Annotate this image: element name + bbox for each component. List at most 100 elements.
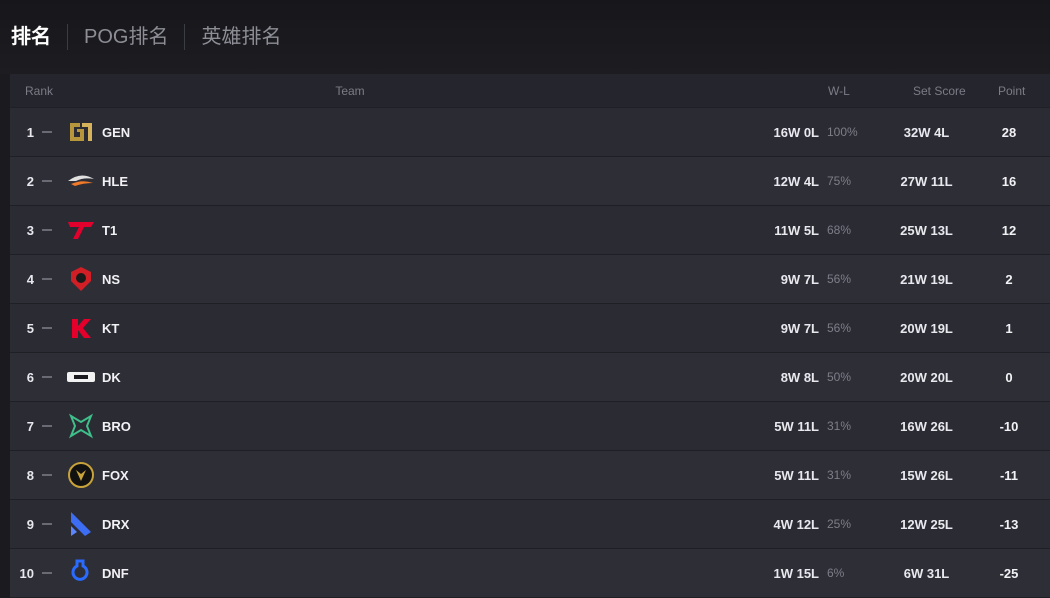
- set-score: 12W 25L: [900, 516, 953, 532]
- rank-change-dash-icon: [42, 180, 52, 182]
- rank-change-dash-icon: [42, 572, 52, 574]
- rank-value: 9: [26, 516, 34, 532]
- t1-logo-icon: [66, 215, 96, 245]
- points: 1: [1005, 320, 1013, 336]
- table-row-bro[interactable]: 7 BRO 5W 11L 31% 16W 26L -10: [10, 402, 1050, 451]
- rank-value: 7: [26, 418, 34, 434]
- win-loss: 4W 12L: [773, 516, 819, 532]
- set-score: 16W 26L: [900, 418, 953, 434]
- table-header: Rank Team W-L Set Score Point: [10, 74, 1050, 108]
- rank-value: 3: [26, 222, 34, 238]
- dnf-logo-icon: [66, 558, 96, 588]
- team-name[interactable]: BRO: [102, 419, 747, 434]
- win-rate: 56%: [827, 271, 852, 286]
- rank-value: 2: [26, 173, 34, 189]
- drx-logo-icon: [66, 509, 96, 539]
- table-row-t1[interactable]: 3 T1 11W 5L 68% 25W 13L 12: [10, 206, 1050, 255]
- win-loss: 5W 11L: [774, 418, 819, 434]
- points: 0: [1005, 369, 1013, 385]
- team-name[interactable]: NS: [102, 272, 747, 287]
- team-name[interactable]: DRX: [102, 517, 747, 532]
- team-name[interactable]: HLE: [102, 174, 747, 189]
- win-loss: 16W 0L: [773, 124, 819, 140]
- tab-bar: 排名 POG排名 英雄排名: [0, 0, 1050, 74]
- team-name[interactable]: GEN: [102, 125, 747, 140]
- rank-change-dash-icon: [42, 376, 52, 378]
- win-loss: 11W 5L: [774, 222, 819, 238]
- header-set-score: Set Score: [913, 83, 966, 98]
- table-row-hle[interactable]: 2 HLE 12W 4L 75% 27W 11L 16: [10, 157, 1050, 206]
- table-row-fox[interactable]: 8 FOX 5W 11L 31% 15W 26L -11: [10, 451, 1050, 500]
- points: 28: [1001, 124, 1017, 140]
- team-name[interactable]: FOX: [102, 468, 747, 483]
- rank-value: 10: [19, 565, 34, 581]
- table-row-ns[interactable]: 4 NS 9W 7L 56% 21W 19L 2: [10, 255, 1050, 304]
- tab-champion-rankings[interactable]: 英雄排名: [185, 24, 297, 50]
- rank-change-dash-icon: [42, 131, 52, 133]
- points: 12: [1001, 222, 1017, 238]
- win-loss: 8W 8L: [780, 369, 819, 385]
- rank-change-dash-icon: [42, 229, 52, 231]
- tab-rankings[interactable]: 排名: [11, 24, 67, 50]
- win-rate: 68%: [827, 222, 852, 237]
- points: 16: [1001, 173, 1017, 189]
- rank-change-dash-icon: [42, 278, 52, 280]
- team-name[interactable]: KT: [102, 321, 747, 336]
- fox-logo-icon: [66, 460, 96, 490]
- rank-value: 1: [26, 124, 34, 140]
- header-rank: Rank: [25, 83, 54, 98]
- ns-logo-icon: [66, 264, 96, 294]
- win-rate: 56%: [827, 320, 852, 335]
- header-wl: W-L: [828, 83, 850, 98]
- win-rate: 100%: [827, 124, 858, 139]
- win-loss: 9W 7L: [780, 320, 819, 336]
- table-row-kt[interactable]: 5 KT 9W 7L 56% 20W 19L 1: [10, 304, 1050, 353]
- win-loss: 1W 15L: [773, 565, 819, 581]
- gen-logo-icon: [66, 117, 96, 147]
- set-score: 27W 11L: [900, 173, 953, 189]
- points: 2: [1005, 271, 1013, 287]
- points: -10: [999, 418, 1019, 434]
- win-rate: 31%: [827, 467, 852, 482]
- rank-change-dash-icon: [42, 474, 52, 476]
- win-rate: 6%: [827, 565, 845, 580]
- rank-value: 4: [26, 271, 34, 287]
- team-name[interactable]: T1: [102, 223, 747, 238]
- rank-value: 6: [26, 369, 34, 385]
- set-score: 6W 31L: [903, 565, 950, 581]
- rank-value: 5: [26, 320, 34, 336]
- set-score: 21W 19L: [900, 271, 953, 287]
- kt-logo-icon: [66, 313, 96, 343]
- win-loss: 9W 7L: [780, 271, 819, 287]
- hle-logo-icon: [66, 166, 96, 196]
- set-score: 32W 4L: [903, 124, 950, 140]
- win-loss: 12W 4L: [773, 173, 819, 189]
- team-name[interactable]: DNF: [102, 566, 747, 581]
- set-score: 20W 20L: [900, 369, 953, 385]
- table-row-gen[interactable]: 1 GEN 16W 0L 100% 32W 4L 28: [10, 108, 1050, 157]
- set-score: 15W 26L: [900, 467, 953, 483]
- table-row-dk[interactable]: 6 DK 8W 8L 50% 20W 20L 0: [10, 353, 1050, 402]
- header-team: Team: [335, 83, 365, 98]
- points: -25: [999, 565, 1019, 581]
- team-name[interactable]: DK: [102, 370, 747, 385]
- win-loss: 5W 11L: [774, 467, 819, 483]
- set-score: 20W 19L: [900, 320, 953, 336]
- dk-logo-icon: [66, 362, 96, 392]
- win-rate: 31%: [827, 418, 852, 433]
- win-rate: 75%: [827, 173, 852, 188]
- header-point: Point: [998, 83, 1026, 98]
- rank-change-dash-icon: [42, 425, 52, 427]
- rank-change-dash-icon: [42, 523, 52, 525]
- win-rate: 25%: [827, 516, 852, 531]
- points: -13: [999, 516, 1019, 532]
- table-row-drx[interactable]: 9 DRX 4W 12L 25% 12W 25L -13: [10, 500, 1050, 549]
- set-score: 25W 13L: [900, 222, 953, 238]
- tab-pog-rankings[interactable]: POG排名: [68, 24, 184, 50]
- bro-logo-icon: [66, 411, 96, 441]
- rank-value: 8: [26, 467, 34, 483]
- win-rate: 50%: [827, 369, 852, 384]
- points: -11: [999, 467, 1019, 483]
- rank-change-dash-icon: [42, 327, 52, 329]
- standings-table: Rank Team W-L Set Score Point 1 GEN 16W …: [10, 74, 1050, 598]
